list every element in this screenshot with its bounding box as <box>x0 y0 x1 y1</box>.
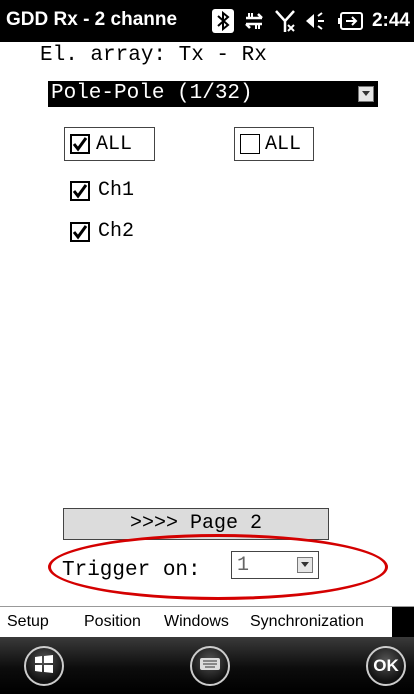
bluetooth-icon[interactable] <box>211 9 234 33</box>
chevron-down-icon[interactable] <box>358 86 374 102</box>
check-all-label: ALL <box>96 133 133 156</box>
battery-charging-icon[interactable] <box>337 10 364 32</box>
tab-position[interactable]: Position <box>78 607 164 637</box>
tab-bar: Setup Position Windows Synchronization <box>0 606 414 637</box>
ch2-checkbox[interactable] <box>70 222 90 242</box>
tab-setup[interactable]: Setup <box>3 607 77 637</box>
ch1-checkbox[interactable] <box>70 181 90 201</box>
no-signal-icon[interactable] <box>274 8 296 34</box>
ok-button[interactable]: OK <box>366 646 406 686</box>
softkey-bar: OK <box>0 637 414 694</box>
keyboard-button[interactable] <box>190 646 230 686</box>
tab-synchronization[interactable]: Synchronization <box>250 607 390 637</box>
clock: 2:44 <box>371 10 410 31</box>
check-all-button[interactable]: ALL <box>64 127 155 161</box>
tab-windows[interactable]: Windows <box>162 607 246 637</box>
electrode-array-dropdown[interactable]: Pole-Pole (1/32) <box>48 81 378 107</box>
volume-icon[interactable] <box>304 9 330 33</box>
windows-start-icon <box>33 653 55 680</box>
uncheck-all-checkbox[interactable] <box>240 134 260 154</box>
ch2-label: Ch2 <box>98 220 135 243</box>
windows-start-button[interactable] <box>24 646 64 686</box>
keyboard-icon <box>199 657 221 676</box>
uncheck-all-button[interactable]: ALL <box>234 127 314 161</box>
highlight-ellipse <box>48 534 388 600</box>
electrode-array-value: Pole-Pole (1/32) <box>51 82 253 105</box>
window-title: GDD Rx - 2 channe <box>6 9 178 30</box>
status-icons: 2:44 <box>211 6 410 36</box>
title-bar: GDD Rx - 2 channe 2:44 <box>0 0 414 42</box>
data-transfer-icon[interactable] <box>242 9 266 33</box>
uncheck-all-label: ALL <box>265 133 302 156</box>
check-all-checkbox[interactable] <box>70 134 90 154</box>
electrode-array-label: El. array: Tx - Rx <box>40 44 267 67</box>
app-screen: GDD Rx - 2 channe 2:44 El. array: Tx - R… <box>0 0 414 694</box>
ch1-label: Ch1 <box>98 179 135 202</box>
tab-bar-filler <box>392 607 414 637</box>
